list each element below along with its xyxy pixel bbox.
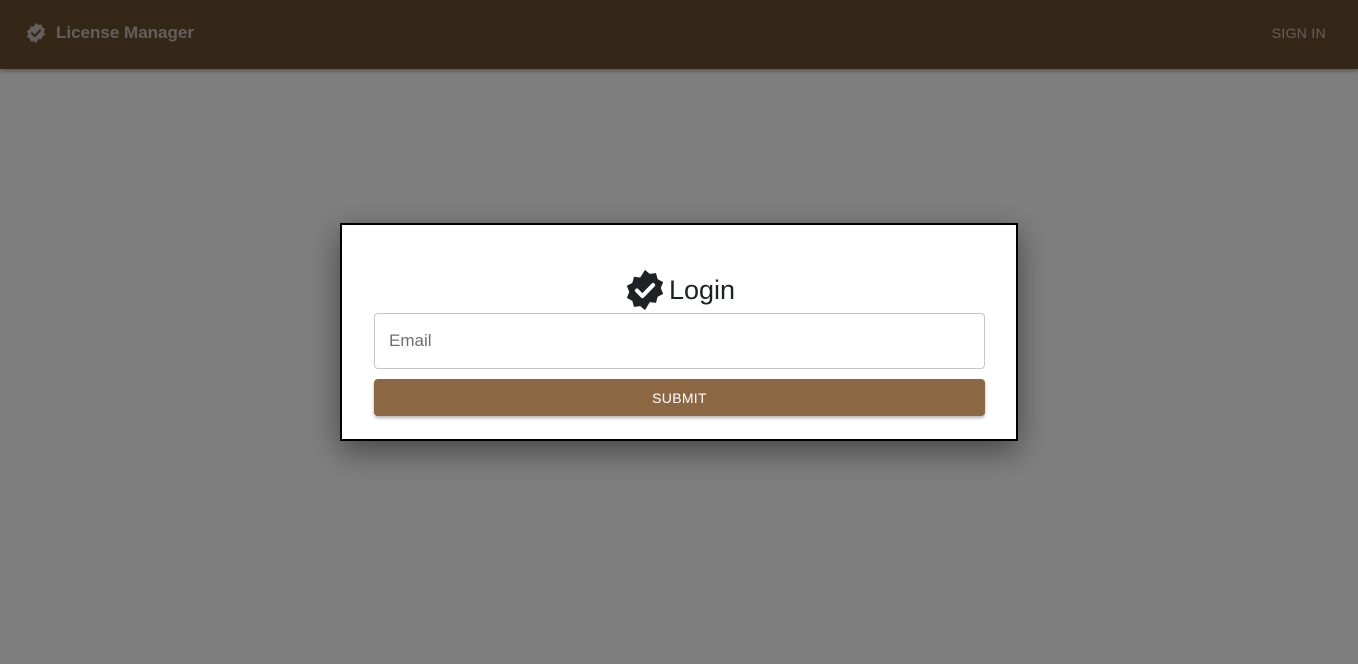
dialog-header: Login [342, 268, 1016, 312]
dialog-title: Login [668, 274, 736, 305]
verified-badge-icon [626, 269, 664, 311]
email-input[interactable] [374, 313, 985, 369]
page: License Manager SIGN IN Login SUBMIT [0, 0, 1358, 664]
login-dialog: Login SUBMIT [340, 223, 1018, 441]
submit-button[interactable]: SUBMIT [374, 379, 985, 416]
